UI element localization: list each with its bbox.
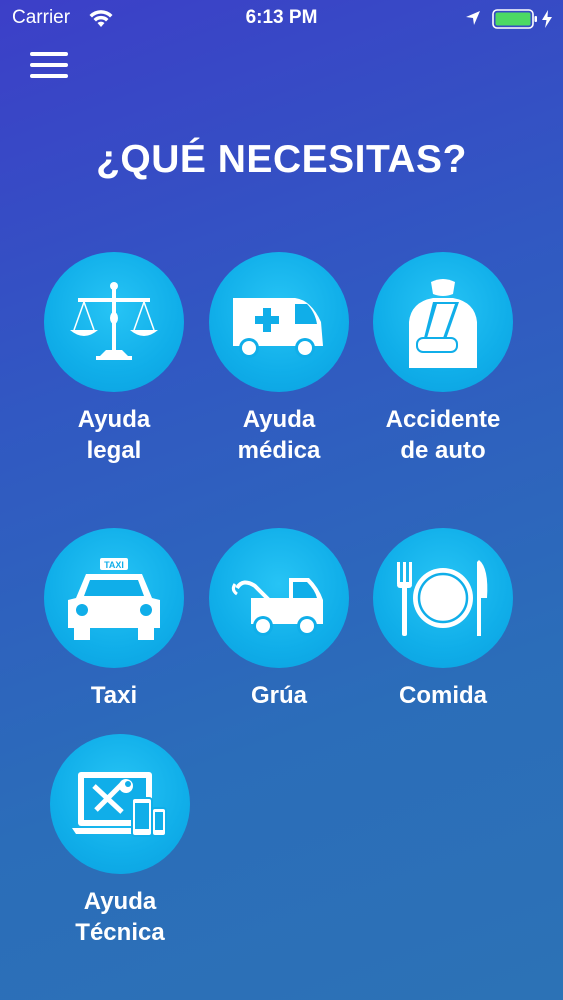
charging-bolt-icon: [542, 10, 552, 28]
injured-person-icon: [409, 279, 477, 368]
service-label: Comida: [398, 682, 487, 709]
scales-of-justice-icon: [70, 282, 158, 360]
page-title: ¿QUÉ NECESITAS?: [96, 138, 467, 181]
devices-repair-icon: [72, 772, 167, 837]
status-bar: Carrier 6:13 PM: [0, 0, 563, 40]
svg-text:TAXI: TAXI: [104, 560, 124, 570]
tow-truck-icon: [231, 578, 323, 636]
plate-fork-knife-icon: [397, 560, 488, 636]
battery-icon: [492, 9, 537, 29]
service-label: Ayuda legal: [77, 406, 151, 464]
service-label: Accidente de auto: [385, 406, 501, 464]
service-label: Ayuda Técnica: [75, 888, 165, 946]
location-arrow-icon: [466, 11, 480, 25]
taxi-icon: TAXI: [68, 558, 160, 640]
service-label: Taxi: [90, 682, 138, 709]
ambulance-icon: [233, 298, 323, 358]
service-label: Ayuda médica: [237, 406, 321, 464]
hamburger-menu-icon[interactable]: [30, 50, 68, 80]
service-label: Grúa: [250, 682, 307, 709]
